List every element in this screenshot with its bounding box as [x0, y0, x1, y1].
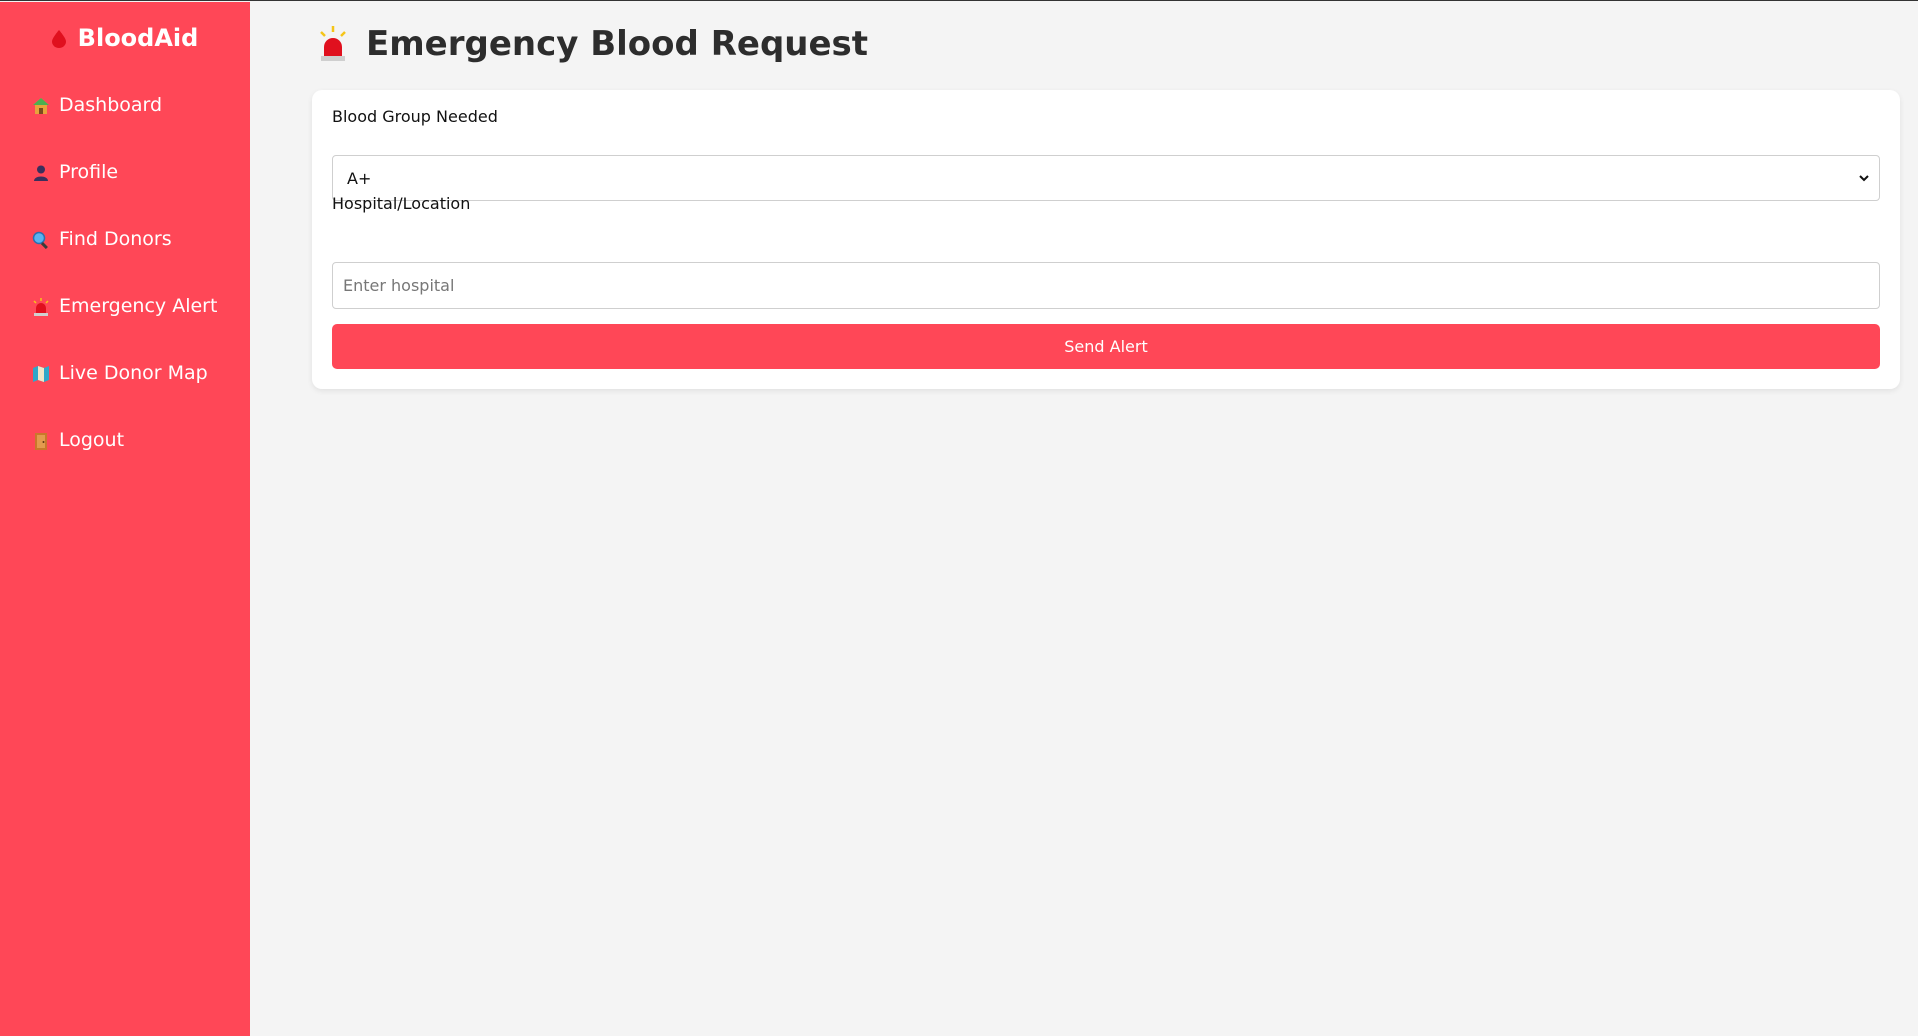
- sidebar-item-label: Find Donors: [59, 228, 172, 250]
- sidebar-item-label: Emergency Alert: [59, 295, 218, 317]
- sidebar-item-dashboard[interactable]: Dashboard: [0, 94, 250, 161]
- magnifier-icon: [32, 231, 48, 249]
- user-icon: [34, 165, 48, 181]
- sidebar-item-find-donors[interactable]: Find Donors: [0, 228, 250, 295]
- hospital-input[interactable]: [332, 262, 1880, 309]
- brand[interactable]: BloodAid: [0, 24, 250, 52]
- emergency-request-form: Blood Group Needed A+ Hospital/Location …: [312, 90, 1900, 389]
- sidebar-nav: Dashboard Profile Find Donors Emergency …: [0, 94, 250, 496]
- page-title: Emergency Blood Request: [318, 24, 868, 64]
- send-alert-button[interactable]: Send Alert: [332, 324, 1880, 369]
- map-icon: [33, 366, 49, 382]
- siren-icon: [320, 26, 346, 61]
- sidebar-item-label: Dashboard: [59, 94, 163, 116]
- door-icon: [35, 433, 47, 450]
- page-title-text: Emergency Blood Request: [366, 24, 869, 64]
- sidebar-item-profile[interactable]: Profile: [0, 161, 250, 228]
- sidebar: BloodAid Dashboard Profile Find Donors E…: [0, 2, 250, 1036]
- siren-icon: [33, 298, 49, 316]
- sidebar-item-emergency-alert[interactable]: Emergency Alert: [0, 295, 250, 362]
- app-window: BloodAid Dashboard Profile Find Donors E…: [0, 0, 1918, 1036]
- brand-name: BloodAid: [77, 24, 199, 52]
- blood-group-label: Blood Group Needed: [332, 107, 498, 126]
- sidebar-item-label: Profile: [59, 161, 119, 183]
- house-icon: [33, 98, 49, 114]
- blood-group-select[interactable]: A+: [332, 155, 1880, 201]
- chevron-down-icon: [1859, 175, 1869, 182]
- blood-group-value: A+: [347, 168, 372, 188]
- location-label: Hospital/Location: [332, 194, 471, 213]
- blood-drop-icon: [51, 30, 66, 48]
- sidebar-item-label: Logout: [59, 429, 125, 451]
- main-content: Emergency Blood Request Blood Group Need…: [250, 2, 1918, 1036]
- sidebar-item-logout[interactable]: Logout: [0, 429, 250, 496]
- sidebar-item-live-donor-map[interactable]: Live Donor Map: [0, 362, 250, 429]
- sidebar-item-label: Live Donor Map: [59, 362, 208, 384]
